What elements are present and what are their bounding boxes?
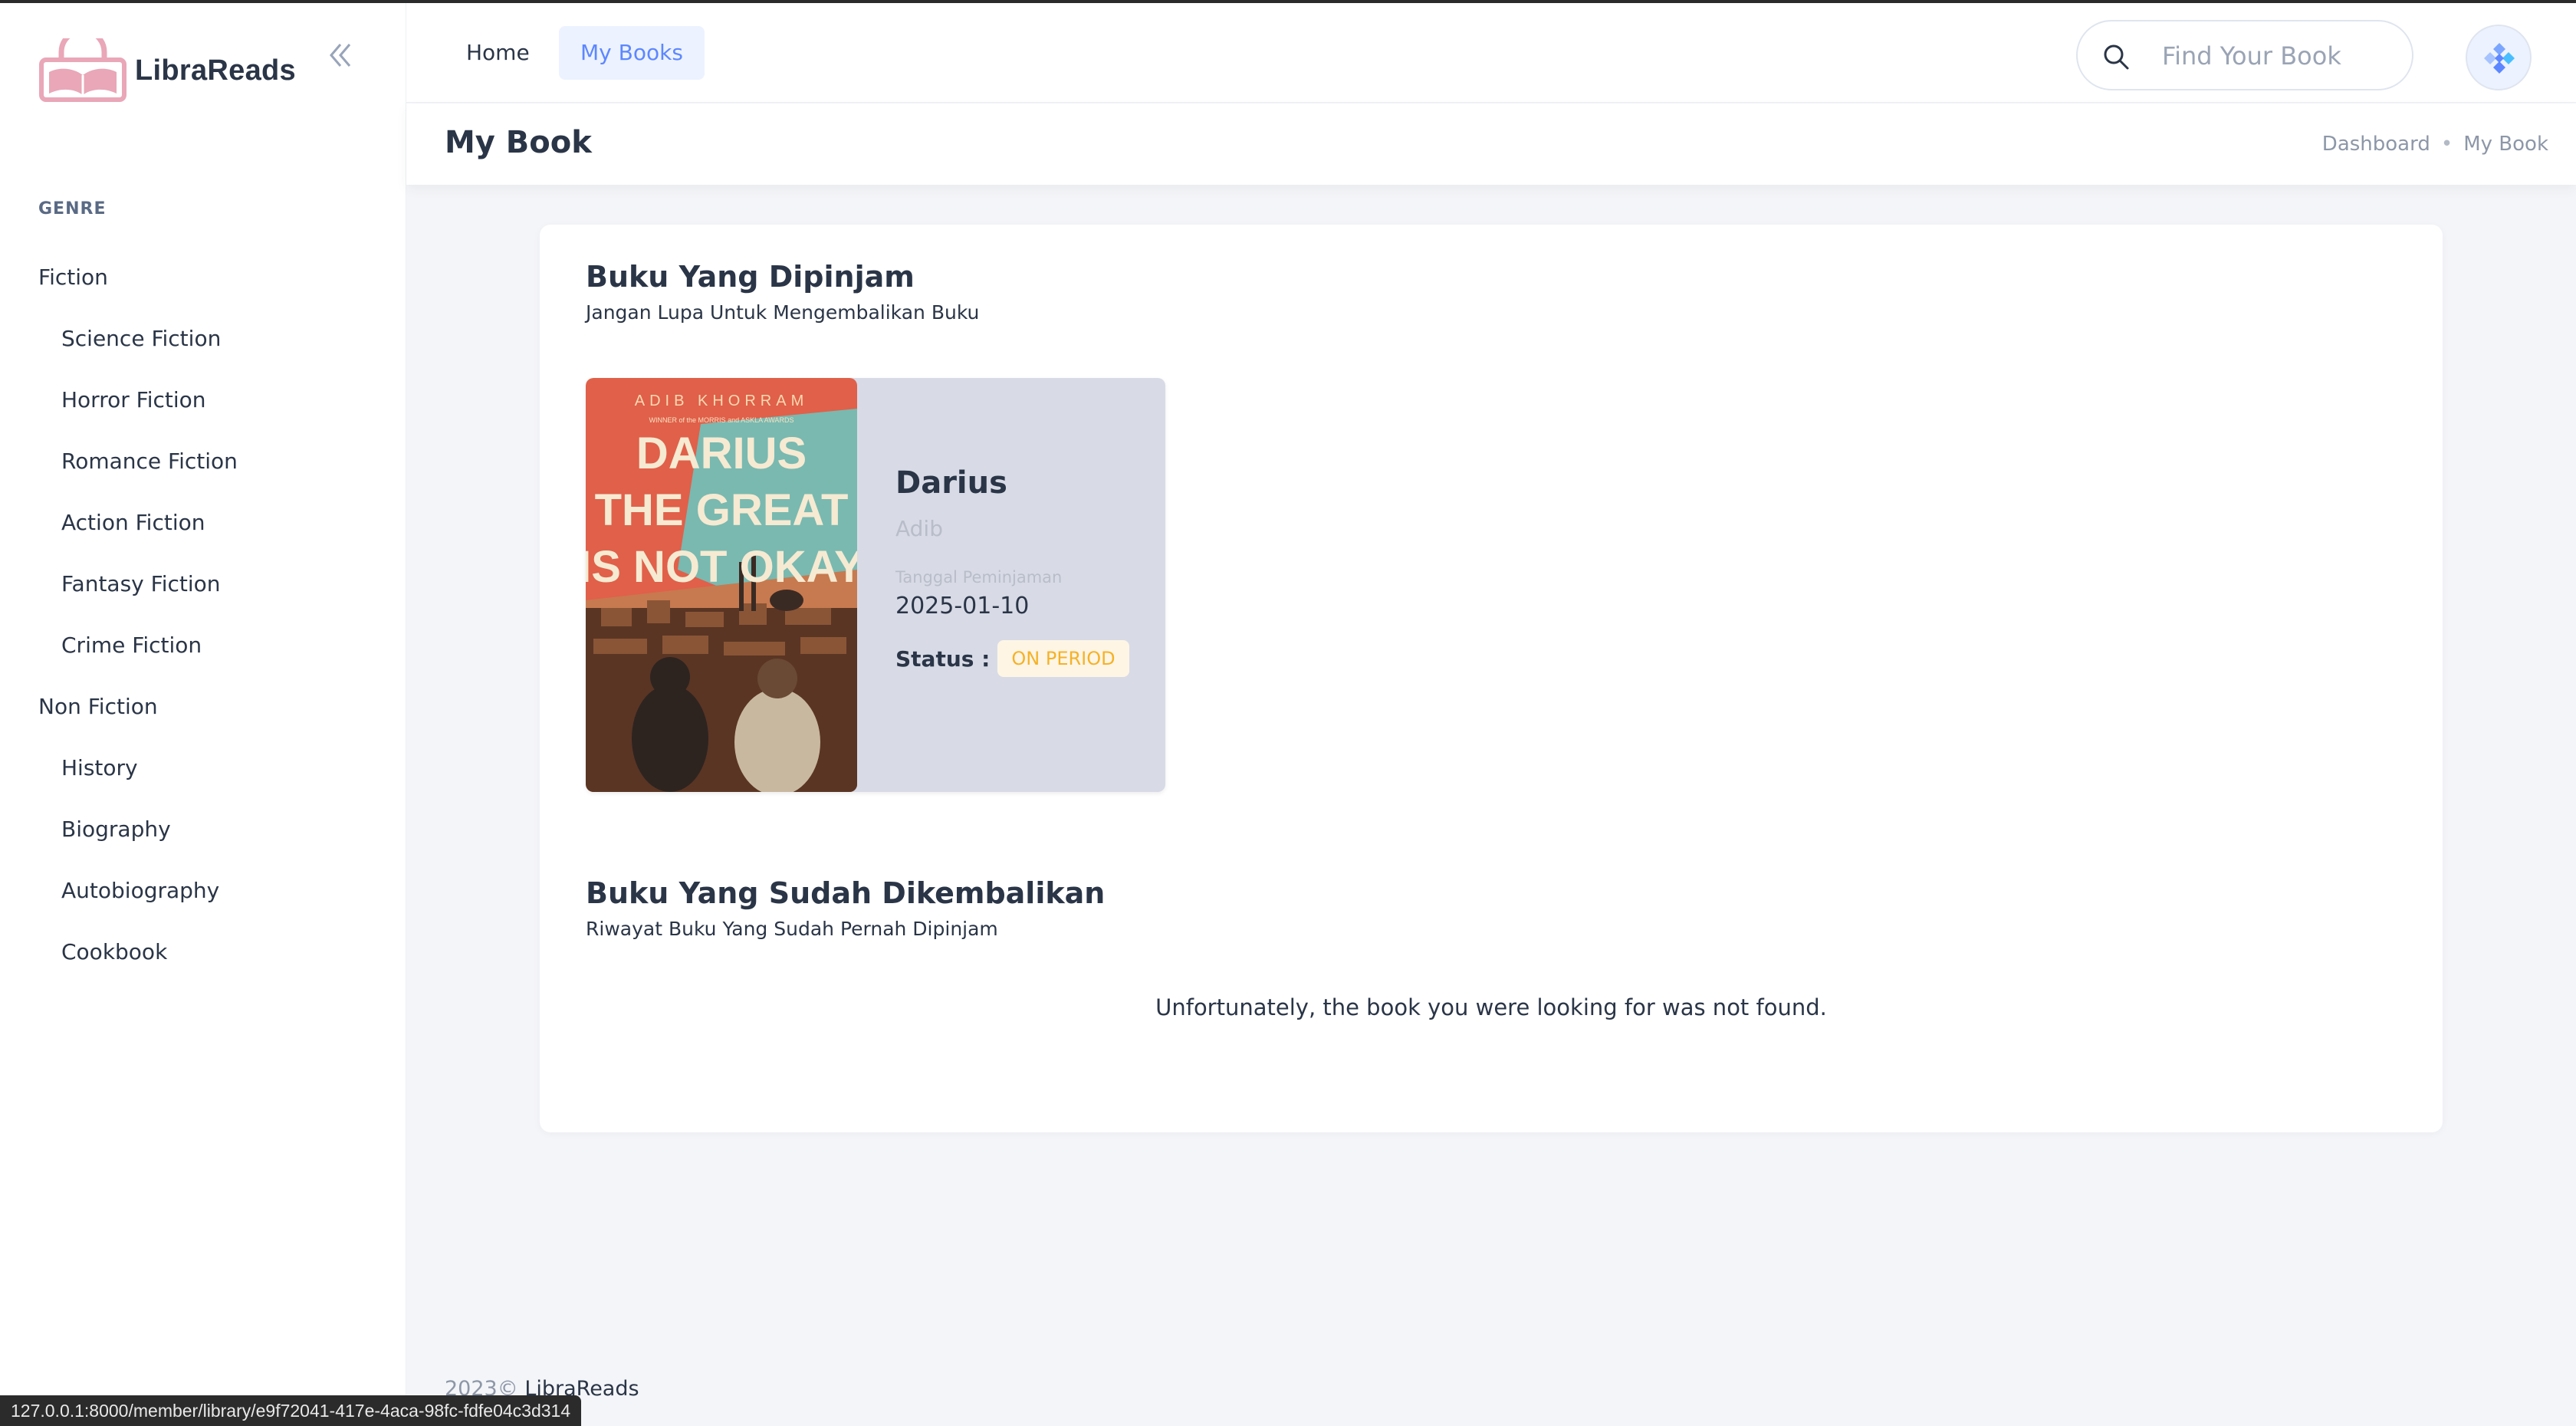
- diamond-avatar-icon: [2484, 43, 2515, 74]
- returned-section-subtitle: Riwayat Buku Yang Sudah Pernah Dipinjam: [586, 918, 998, 940]
- sidebar-item-cookbook[interactable]: Cookbook: [0, 922, 406, 983]
- status-label: Status :: [895, 646, 991, 672]
- cover-award-text: WINNER of the MORRIS and ASKLA AWARDS: [649, 416, 794, 424]
- sidebar-item-crime-fiction[interactable]: Crime Fiction: [0, 615, 406, 676]
- genre-nav: Fiction Science Fiction Horror Fiction R…: [0, 247, 406, 983]
- breadcrumb: Dashboard • My Book: [2322, 133, 2548, 156]
- borrow-date-value: 2025-01-10: [895, 593, 1030, 619]
- borrowed-book-card[interactable]: ADIB KHORRAM WINNER of the MORRIS and AS…: [586, 378, 1165, 792]
- breadcrumb-dashboard[interactable]: Dashboard: [2322, 133, 2430, 156]
- sidebar-item-fantasy-fiction[interactable]: Fantasy Fiction: [0, 554, 406, 615]
- top-navbar: Home My Books: [406, 3, 2576, 103]
- sidebar-collapse-button[interactable]: [322, 37, 359, 74]
- sidebar-item-romance-fiction[interactable]: Romance Fiction: [0, 431, 406, 492]
- library-logo-icon: [39, 38, 127, 102]
- nav-tab-my-books[interactable]: My Books: [559, 26, 705, 80]
- brand-logo[interactable]: LibraReads: [38, 38, 296, 103]
- cover-author-text: ADIB KHORRAM: [635, 393, 808, 409]
- book-cover: ADIB KHORRAM WINNER of the MORRIS and AS…: [586, 378, 857, 792]
- user-avatar[interactable]: [2466, 25, 2532, 90]
- borrowed-section-title: Buku Yang Dipinjam: [586, 260, 915, 294]
- borrow-date-label: Tanggal Peminjaman: [895, 568, 1063, 586]
- book-title: Darius: [895, 465, 1007, 501]
- sidebar-item-history[interactable]: History: [0, 738, 406, 799]
- search-input[interactable]: [2162, 35, 2392, 77]
- book-cover-image: ADIB KHORRAM WINNER of the MORRIS and AS…: [586, 378, 857, 792]
- search-box[interactable]: [2076, 20, 2413, 90]
- sidebar: LibraReads GENRE Fiction Science Fiction…: [0, 3, 406, 1426]
- sidebar-item-non-fiction[interactable]: Non Fiction: [0, 676, 406, 738]
- cover-title-line-1: DARIUS: [636, 429, 807, 478]
- breadcrumb-separator: •: [2440, 133, 2453, 156]
- page-header: My Book Dashboard • My Book: [406, 104, 2576, 185]
- sidebar-item-autobiography[interactable]: Autobiography: [0, 860, 406, 922]
- sidebar-item-horror-fiction[interactable]: Horror Fiction: [0, 370, 406, 431]
- empty-state-message: Unfortunately, the book you were looking…: [1155, 994, 1827, 1020]
- sidebar-item-biography[interactable]: Biography: [0, 799, 406, 860]
- sidebar-item-action-fiction[interactable]: Action Fiction: [0, 492, 406, 554]
- double-chevron-left-icon: [330, 44, 351, 67]
- breadcrumb-current: My Book: [2463, 133, 2548, 156]
- page-title: My Book: [445, 125, 592, 160]
- brand-name: LibraReads: [135, 54, 296, 87]
- nav-tab-home[interactable]: Home: [445, 26, 551, 80]
- cover-title-line-2: THE GREAT: [595, 485, 849, 535]
- browser-status-url: 127.0.0.1:8000/member/library/e9f72041-4…: [0, 1395, 582, 1426]
- sidebar-caption: GENRE: [38, 199, 107, 219]
- sidebar-item-fiction[interactable]: Fiction: [0, 247, 406, 308]
- my-books-card: Buku Yang Dipinjam Jangan Lupa Untuk Men…: [540, 225, 2443, 1132]
- book-author: Adib: [895, 516, 943, 541]
- cover-title-line-3: IS NOT OKAY: [586, 542, 857, 592]
- borrowed-section-subtitle: Jangan Lupa Untuk Mengembalikan Buku: [586, 301, 980, 324]
- status-row: Status : ON PERIOD: [895, 640, 1129, 677]
- returned-section-title: Buku Yang Sudah Dikembalikan: [586, 876, 1106, 910]
- sidebar-item-science-fiction[interactable]: Science Fiction: [0, 308, 406, 370]
- search-icon: [2104, 44, 2129, 70]
- status-badge: ON PERIOD: [997, 640, 1129, 677]
